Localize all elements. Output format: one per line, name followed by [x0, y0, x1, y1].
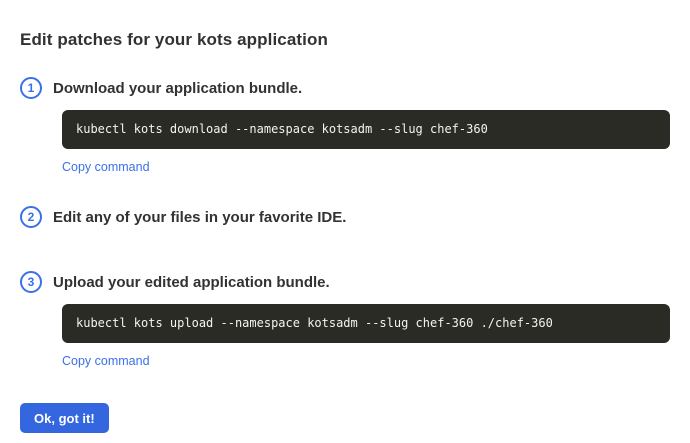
download-command-code-block: kubectl kots download --namespace kotsad… — [62, 110, 670, 149]
copy-download-command-link[interactable]: Copy command — [62, 160, 150, 174]
step-number-badge: 2 — [20, 206, 42, 228]
edit-patches-panel: Edit patches for your kots application 1… — [0, 0, 690, 443]
copy-upload-command-link[interactable]: Copy command — [62, 354, 150, 368]
step-download-body: kubectl kots download --namespace kotsad… — [62, 110, 670, 176]
step-upload-header: 3 Upload your edited application bundle. — [20, 271, 670, 293]
step-heading: Edit any of your files in your favorite … — [53, 209, 346, 226]
step-edit-header: 2 Edit any of your files in your favorit… — [20, 206, 670, 228]
step-number-badge: 1 — [20, 77, 42, 99]
step-download-header: 1 Download your application bundle. — [20, 77, 670, 99]
step-heading: Upload your edited application bundle. — [53, 274, 330, 291]
upload-command-code-block: kubectl kots upload --namespace kotsadm … — [62, 304, 670, 343]
footer: Ok, got it! — [20, 403, 670, 433]
step-upload: 3 Upload your edited application bundle.… — [20, 271, 670, 370]
step-upload-body: kubectl kots upload --namespace kotsadm … — [62, 304, 670, 370]
step-number-badge: 3 — [20, 271, 42, 293]
page-title: Edit patches for your kots application — [20, 30, 670, 50]
step-heading: Download your application bundle. — [53, 80, 302, 97]
ok-got-it-button[interactable]: Ok, got it! — [20, 403, 109, 433]
step-edit: 2 Edit any of your files in your favorit… — [20, 206, 670, 228]
step-download: 1 Download your application bundle. kube… — [20, 77, 670, 176]
